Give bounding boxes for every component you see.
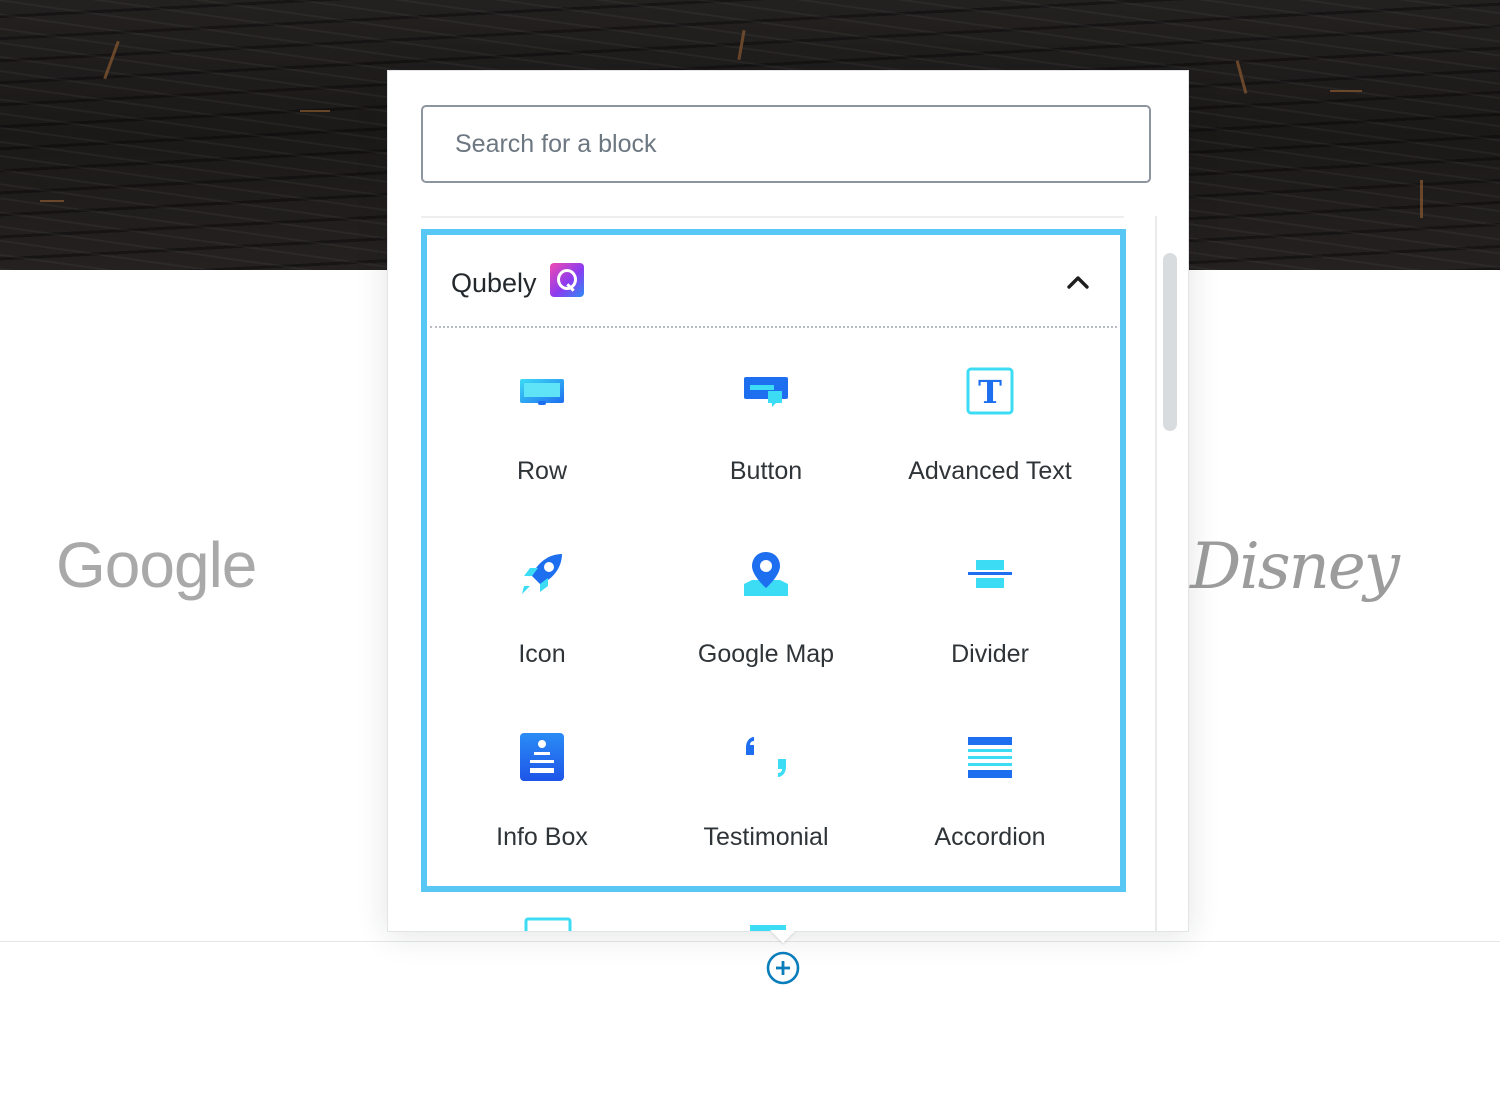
row-icon <box>524 917 572 931</box>
accordion-icon <box>968 737 1012 778</box>
block-item-info-box[interactable]: Info Box <box>430 697 654 863</box>
block-label: Testimonial <box>703 823 829 851</box>
info-box-icon <box>520 733 564 781</box>
scrollbar-track <box>1155 216 1157 931</box>
popover-arrow <box>770 930 796 943</box>
google-logo: Google <box>56 529 257 601</box>
qubely-category-panel: Qubely Row Button T Advanced Text Icon G… <box>421 229 1126 892</box>
category-header[interactable]: Qubely <box>430 238 1117 328</box>
block-item-button[interactable]: Button <box>654 331 878 497</box>
block-item-icon[interactable]: Icon <box>430 514 654 680</box>
scrollbar-thumb[interactable] <box>1163 253 1177 431</box>
block-item-accordion[interactable]: Accordion <box>878 697 1102 863</box>
quote-icon <box>746 737 786 777</box>
chevron-up-icon[interactable] <box>1061 266 1095 300</box>
svg-text:T: T <box>978 373 1002 411</box>
block-separator <box>0 941 1500 942</box>
advanced-text-icon: T <box>966 367 1014 415</box>
divider-icon <box>968 560 1012 588</box>
add-block-icon[interactable] <box>766 951 800 985</box>
map-pin-icon <box>744 552 788 596</box>
row-icon <box>520 379 564 405</box>
qubely-logo-icon <box>550 263 584 297</box>
block-label: Divider <box>951 640 1029 668</box>
block-item-testimonial[interactable]: Testimonial <box>654 697 878 863</box>
block-label: Icon <box>518 640 566 668</box>
category-title: Qubely <box>451 268 537 298</box>
inserter-divider <box>421 216 1124 218</box>
rocket-icon <box>522 554 562 594</box>
block-label: Advanced Text <box>908 457 1072 485</box>
block-label: Google Map <box>697 640 835 668</box>
block-item-google-map[interactable]: Google Map <box>654 514 878 680</box>
block-label: Info Box <box>496 823 588 851</box>
block-item-divider[interactable]: Divider <box>878 514 1102 680</box>
block-inserter-popover: Qubely Row <box>387 70 1189 932</box>
disney-logo: Disney <box>1190 530 1400 604</box>
block-label: Row <box>516 457 567 485</box>
block-label: Accordion <box>934 823 1046 851</box>
block-search-input[interactable] <box>421 105 1151 183</box>
block-item-row[interactable]: Row <box>430 331 654 497</box>
block-item-advanced-text[interactable]: T Advanced Text <box>878 331 1102 497</box>
block-label: Button <box>729 457 803 485</box>
button-block-icon <box>744 377 788 407</box>
